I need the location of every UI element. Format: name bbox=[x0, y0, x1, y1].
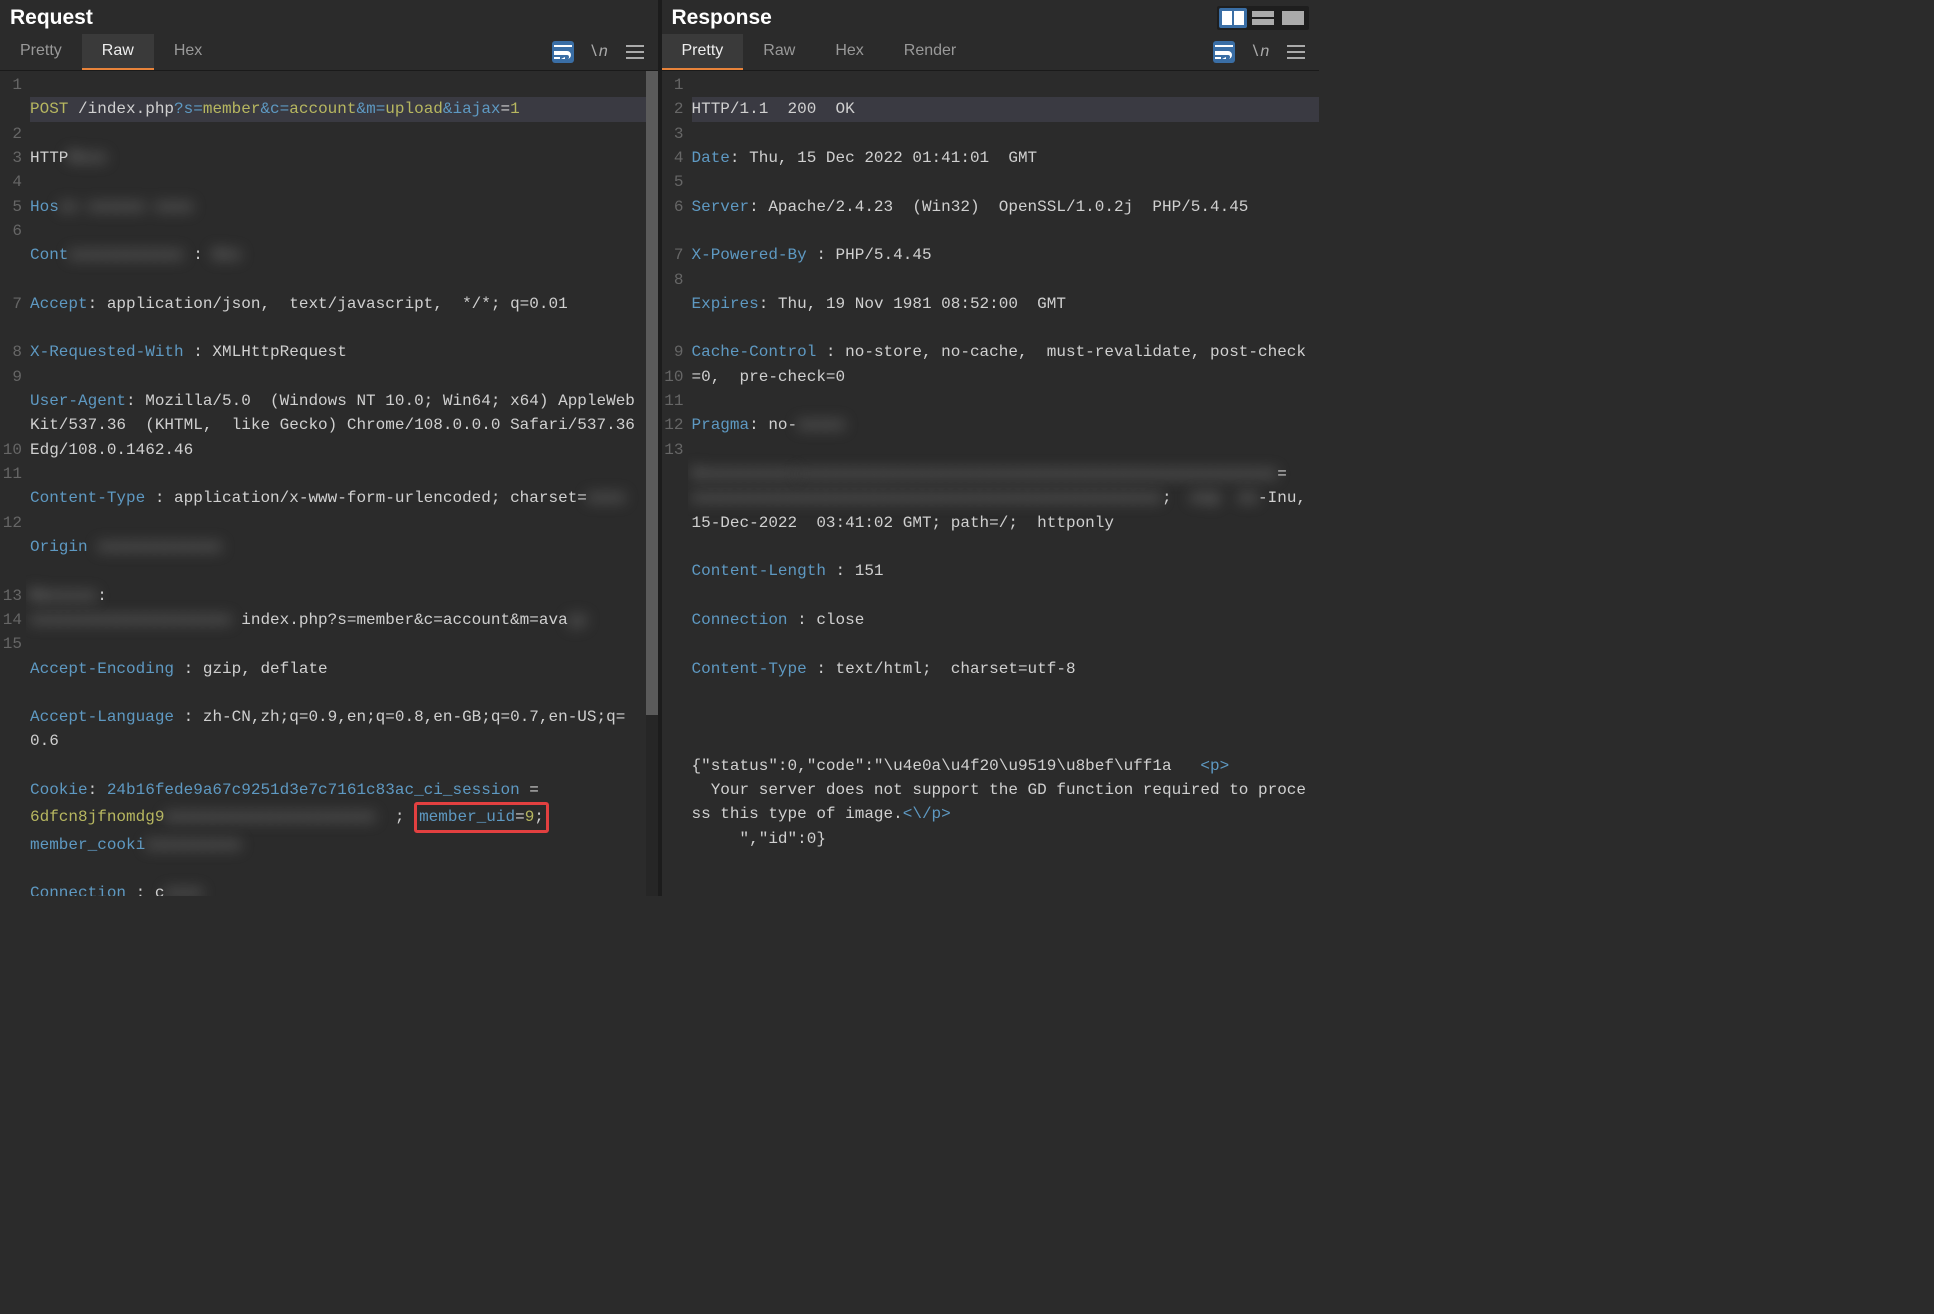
menu-icon-resp[interactable] bbox=[1285, 41, 1307, 63]
response-gutter: 123456 78 910111213 bbox=[662, 71, 688, 896]
tab-hex[interactable]: Hex bbox=[154, 34, 222, 70]
response-pane: Response Pretty Raw Hex Render bbox=[662, 0, 1320, 896]
request-title: Request bbox=[10, 6, 93, 30]
tab-hex-resp[interactable]: Hex bbox=[815, 34, 883, 70]
tab-pretty-resp[interactable]: Pretty bbox=[662, 34, 744, 70]
tab-pretty[interactable]: Pretty bbox=[0, 34, 82, 70]
response-tabs: Pretty Raw Hex Render bbox=[662, 34, 977, 70]
request-code[interactable]: POST /index.php?s=member&c=account&m=upl… bbox=[26, 71, 646, 896]
request-scrollbar[interactable] bbox=[646, 71, 658, 896]
request-gutter: 1 23456 7 89 1011 12 131415 bbox=[0, 71, 26, 896]
response-title: Response bbox=[672, 6, 772, 30]
tab-raw-resp[interactable]: Raw bbox=[743, 34, 815, 70]
wrap-toggle-icon[interactable] bbox=[552, 41, 574, 63]
layout-toggles bbox=[1217, 6, 1309, 30]
tab-raw[interactable]: Raw bbox=[82, 34, 154, 70]
request-tabs: Pretty Raw Hex bbox=[0, 34, 222, 70]
request-pane: Request Pretty Raw Hex \n 1 23456 7 89 bbox=[0, 0, 658, 896]
wrap-toggle-icon-resp[interactable] bbox=[1213, 41, 1235, 63]
layout-split-vertical-icon[interactable] bbox=[1219, 8, 1247, 28]
layout-single-icon[interactable] bbox=[1279, 8, 1307, 28]
menu-icon[interactable] bbox=[624, 41, 646, 63]
layout-split-horizontal-icon[interactable] bbox=[1249, 8, 1277, 28]
newline-toggle-icon-resp[interactable]: \n bbox=[1249, 41, 1271, 63]
member-uid-highlight: member_uid=9; bbox=[414, 802, 549, 832]
tab-render-resp[interactable]: Render bbox=[884, 34, 976, 70]
newline-toggle-icon[interactable]: \n bbox=[588, 41, 610, 63]
response-code[interactable]: HTTP/1.1 200 OK Date: Thu, 15 Dec 2022 0… bbox=[688, 71, 1320, 896]
